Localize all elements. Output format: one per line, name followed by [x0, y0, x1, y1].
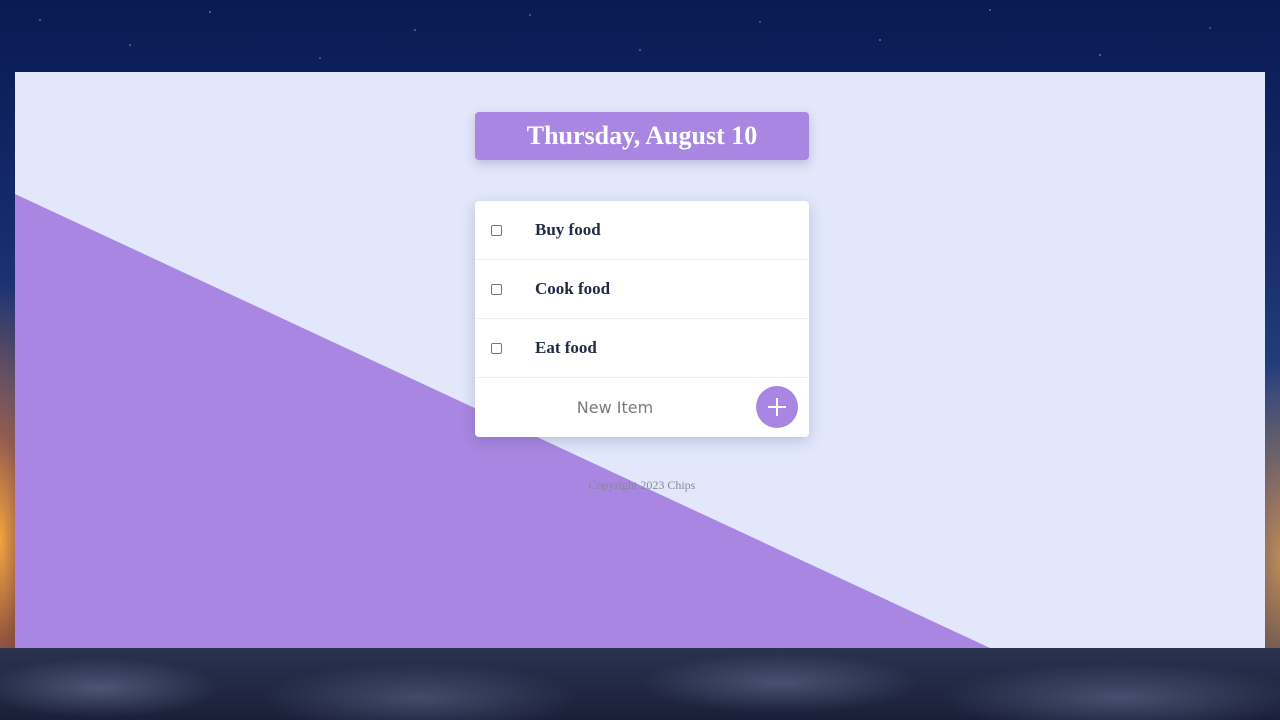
todo-item: Cook food [475, 260, 809, 319]
todo-item-label: Cook food [535, 279, 611, 298]
add-item-button[interactable] [756, 386, 798, 428]
date-title: Thursday, August 10 [526, 121, 758, 150]
new-item-form [475, 378, 809, 437]
copyright-footer: Copyright 2023 Chips [588, 478, 696, 492]
todo-checkbox[interactable] [491, 224, 502, 236]
new-item-input[interactable] [475, 378, 755, 436]
todo-checkbox[interactable] [491, 342, 502, 354]
todo-item: Buy food [475, 201, 809, 260]
starry-sky-background [0, 0, 1280, 72]
plus-icon [768, 398, 786, 416]
date-header: Thursday, August 10 [475, 112, 809, 160]
todo-item-label: Buy food [535, 220, 601, 239]
app-window: Thursday, August 10 Buy food Cook food E… [15, 72, 1265, 648]
todo-list: Buy food Cook food Eat food [475, 201, 809, 437]
todo-checkbox[interactable] [491, 283, 502, 295]
todo-item-label: Eat food [535, 338, 597, 357]
todo-item: Eat food [475, 319, 809, 378]
cloud-background [0, 648, 1280, 720]
